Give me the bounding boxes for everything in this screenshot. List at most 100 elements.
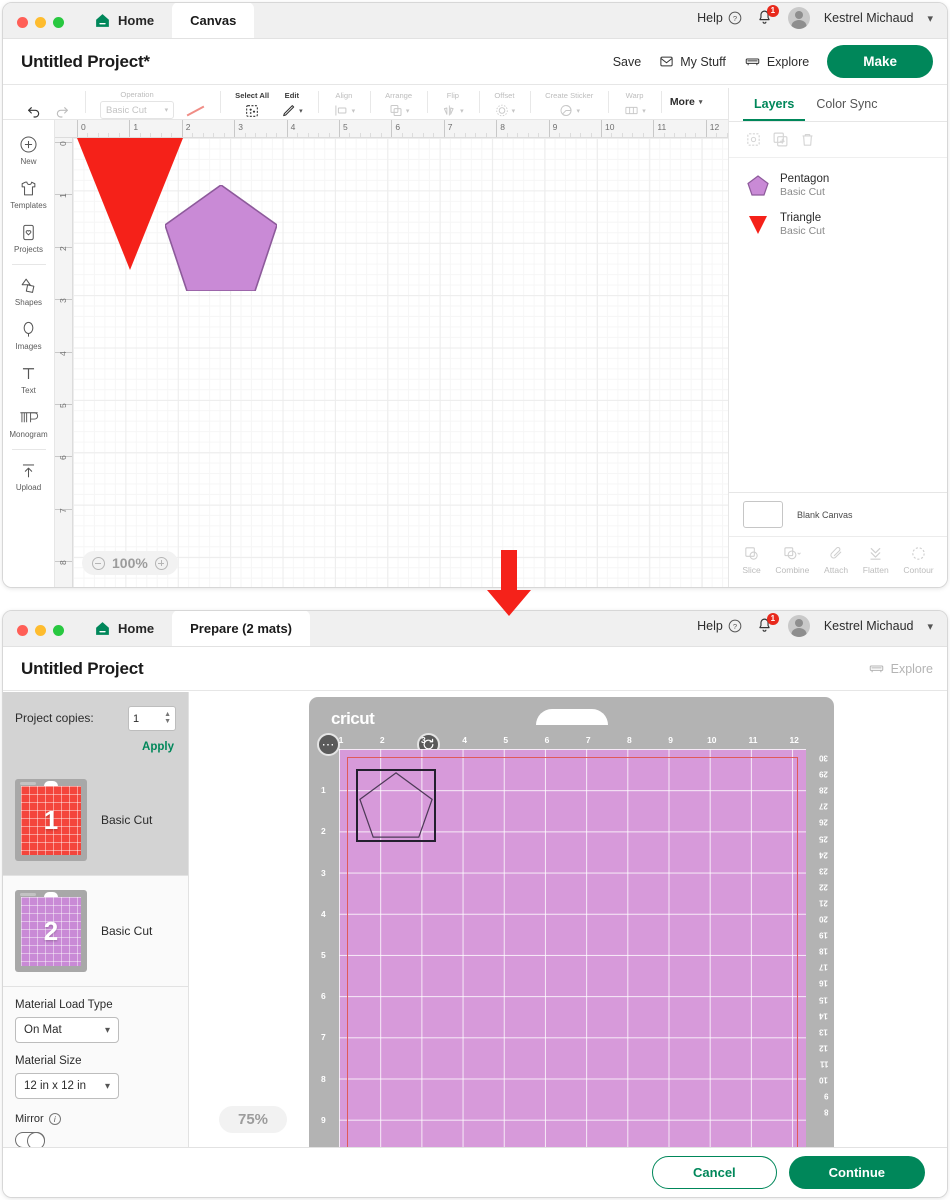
cricut-logo: cricut [331, 709, 375, 728]
make-button[interactable]: Make [827, 45, 933, 78]
info-icon[interactable]: i [48, 1113, 61, 1125]
avatar[interactable] [787, 7, 810, 29]
minimize-window-button[interactable] [35, 625, 46, 636]
maximize-window-button[interactable] [53, 625, 64, 636]
rail-item-upload[interactable]: Upload [3, 454, 54, 498]
close-window-button[interactable] [17, 625, 28, 636]
canvas-zoom-control[interactable]: 100% [82, 551, 178, 575]
close-window-button[interactable] [17, 17, 28, 28]
contour-button[interactable]: Contour [903, 545, 934, 575]
explore-button[interactable]: Explore [744, 54, 809, 69]
chevron-down-icon[interactable]: ▾ [927, 12, 933, 25]
material-size-select[interactable]: 12 in x 12 in ▾ [15, 1073, 119, 1099]
tab-home[interactable]: Home [76, 611, 172, 646]
apply-button[interactable]: Apply [142, 741, 174, 753]
chevron-down-icon[interactable]: ▾ [927, 620, 933, 633]
selected-shape-bounding-box[interactable] [356, 769, 436, 842]
ruler-minor-tick [276, 133, 278, 138]
minimize-window-button[interactable] [35, 17, 46, 28]
mat-strip [20, 782, 36, 785]
rail-item-monogram[interactable]: Monogram [3, 401, 54, 445]
notifications-button[interactable]: 1 [756, 613, 779, 635]
slice-label: Slice [742, 565, 761, 575]
mat-list-item-2[interactable]: 2 Basic Cut [3, 876, 188, 987]
help-button[interactable]: Help ? [697, 619, 742, 633]
continue-button[interactable]: Continue [788, 1156, 925, 1189]
mat-preview[interactable]: cricut ⋯ 1 2 3 4 5 6 7 8 9 10 11 12 123456789 30 29 2… [309, 697, 834, 1147]
prepare-titlebar-right: Help ? 1 Kestrel Michaud ▾ [697, 613, 947, 646]
ruler-tick: 1 [129, 120, 138, 137]
project-copies-stepper[interactable]: 1 ▲ ▼ [128, 706, 176, 731]
align-label: Align [335, 91, 353, 101]
upload-icon [22, 464, 35, 478]
slice-button[interactable]: Slice [742, 545, 761, 575]
rail-item-text[interactable]: Text [3, 357, 54, 401]
window-controls[interactable] [3, 17, 76, 38]
arrange-button[interactable]: Arrange ▾ [379, 85, 418, 119]
operation-tool[interactable]: Operation Basic Cut ▾ [94, 85, 180, 119]
operation-color-swatch[interactable] [180, 85, 211, 119]
offset-button[interactable]: Offset ▾ [488, 85, 522, 119]
save-button[interactable]: Save [613, 55, 642, 69]
ruler-minor-tick [726, 133, 728, 138]
design-canvas[interactable]: 0 1 2 3 4 5 6 7 8 9 10 11 12 012345678 100% [55, 120, 728, 587]
tab-layers[interactable]: Layers [743, 88, 806, 121]
maximize-window-button[interactable] [53, 17, 64, 28]
mat-material-sheet[interactable] [339, 749, 806, 1147]
window-controls[interactable] [3, 625, 76, 646]
layer-row-triangle[interactable]: Triangle Basic Cut [729, 205, 947, 244]
create-sticker-button[interactable]: Create Sticker ▾ [539, 85, 599, 119]
blank-canvas-row[interactable]: Blank Canvas [729, 492, 947, 536]
canvas-color-swatch[interactable] [743, 501, 783, 528]
trash-icon[interactable] [799, 131, 816, 148]
rail-item-images[interactable]: Images [3, 313, 54, 357]
stepper-arrows[interactable]: ▲ ▼ [164, 711, 171, 726]
duplicate-icon[interactable] [772, 131, 789, 148]
cancel-button[interactable]: Cancel [652, 1156, 777, 1189]
group-icon[interactable] [745, 131, 762, 148]
avatar[interactable] [787, 615, 810, 637]
my-stuff-button[interactable]: My Stuff [659, 54, 726, 69]
ruler-minor-tick [611, 133, 613, 138]
help-button[interactable]: Help ? [697, 11, 742, 25]
flip-button[interactable]: Flip ▾ [436, 85, 470, 119]
align-button[interactable]: Align ▾ [327, 85, 362, 119]
tab-color-sync[interactable]: Color Sync [805, 88, 888, 121]
rail-item-templates[interactable]: Templates [3, 172, 54, 216]
tab-prepare[interactable]: Prepare (2 mats) [172, 611, 311, 646]
rail-item-new[interactable]: New [3, 128, 54, 172]
ruler-tick-label: 8 [58, 560, 68, 566]
shape-pentagon[interactable] [165, 185, 277, 291]
mirror-toggle[interactable] [15, 1132, 45, 1150]
warp-button[interactable]: Warp ▾ [617, 85, 652, 119]
prepare-body: Project copies: 1 ▲ ▼ Apply 1 Basic Cut … [3, 692, 947, 1150]
mat-ruler-tick: 12 [789, 735, 799, 745]
mat-zoom-control[interactable]: 75% [219, 1106, 288, 1133]
notifications-button[interactable]: 1 [756, 5, 779, 27]
mat-list-item-1[interactable]: 1 Basic Cut [3, 765, 188, 876]
ruler-tick: 7 [443, 120, 453, 137]
zoom-in-icon[interactable] [154, 556, 168, 570]
flatten-button[interactable]: Flatten [863, 545, 889, 575]
ruler-minor-tick [244, 133, 246, 138]
mat-top-ruler: 1 2 3 4 5 6 7 8 9 10 11 12 [339, 735, 804, 749]
edit-button[interactable]: Edit ▾ [275, 85, 309, 119]
attach-button[interactable]: Attach [824, 545, 848, 575]
question-circle-icon: ? [728, 11, 742, 25]
ruler-tick: 4 [286, 120, 295, 137]
tab-canvas[interactable]: Canvas [172, 3, 255, 38]
rail-item-shapes[interactable]: Shapes [3, 269, 54, 313]
select-all-button[interactable]: Select All [229, 85, 275, 119]
tab-home[interactable]: Home [76, 3, 172, 38]
explore-button[interactable]: Explore [868, 661, 933, 676]
operation-select[interactable]: Basic Cut ▾ [100, 101, 175, 119]
material-load-type-select[interactable]: On Mat ▾ [15, 1017, 119, 1043]
combine-button[interactable]: Combine [775, 545, 809, 575]
zoom-out-icon[interactable] [92, 556, 105, 570]
layer-row-pentagon[interactable]: Pentagon Basic Cut [729, 166, 947, 205]
rail-item-projects[interactable]: Projects [3, 216, 54, 260]
home-icon [94, 620, 111, 637]
more-button[interactable]: More ▾ [670, 96, 703, 108]
redo-button[interactable] [48, 85, 76, 119]
undo-button[interactable] [20, 85, 48, 119]
